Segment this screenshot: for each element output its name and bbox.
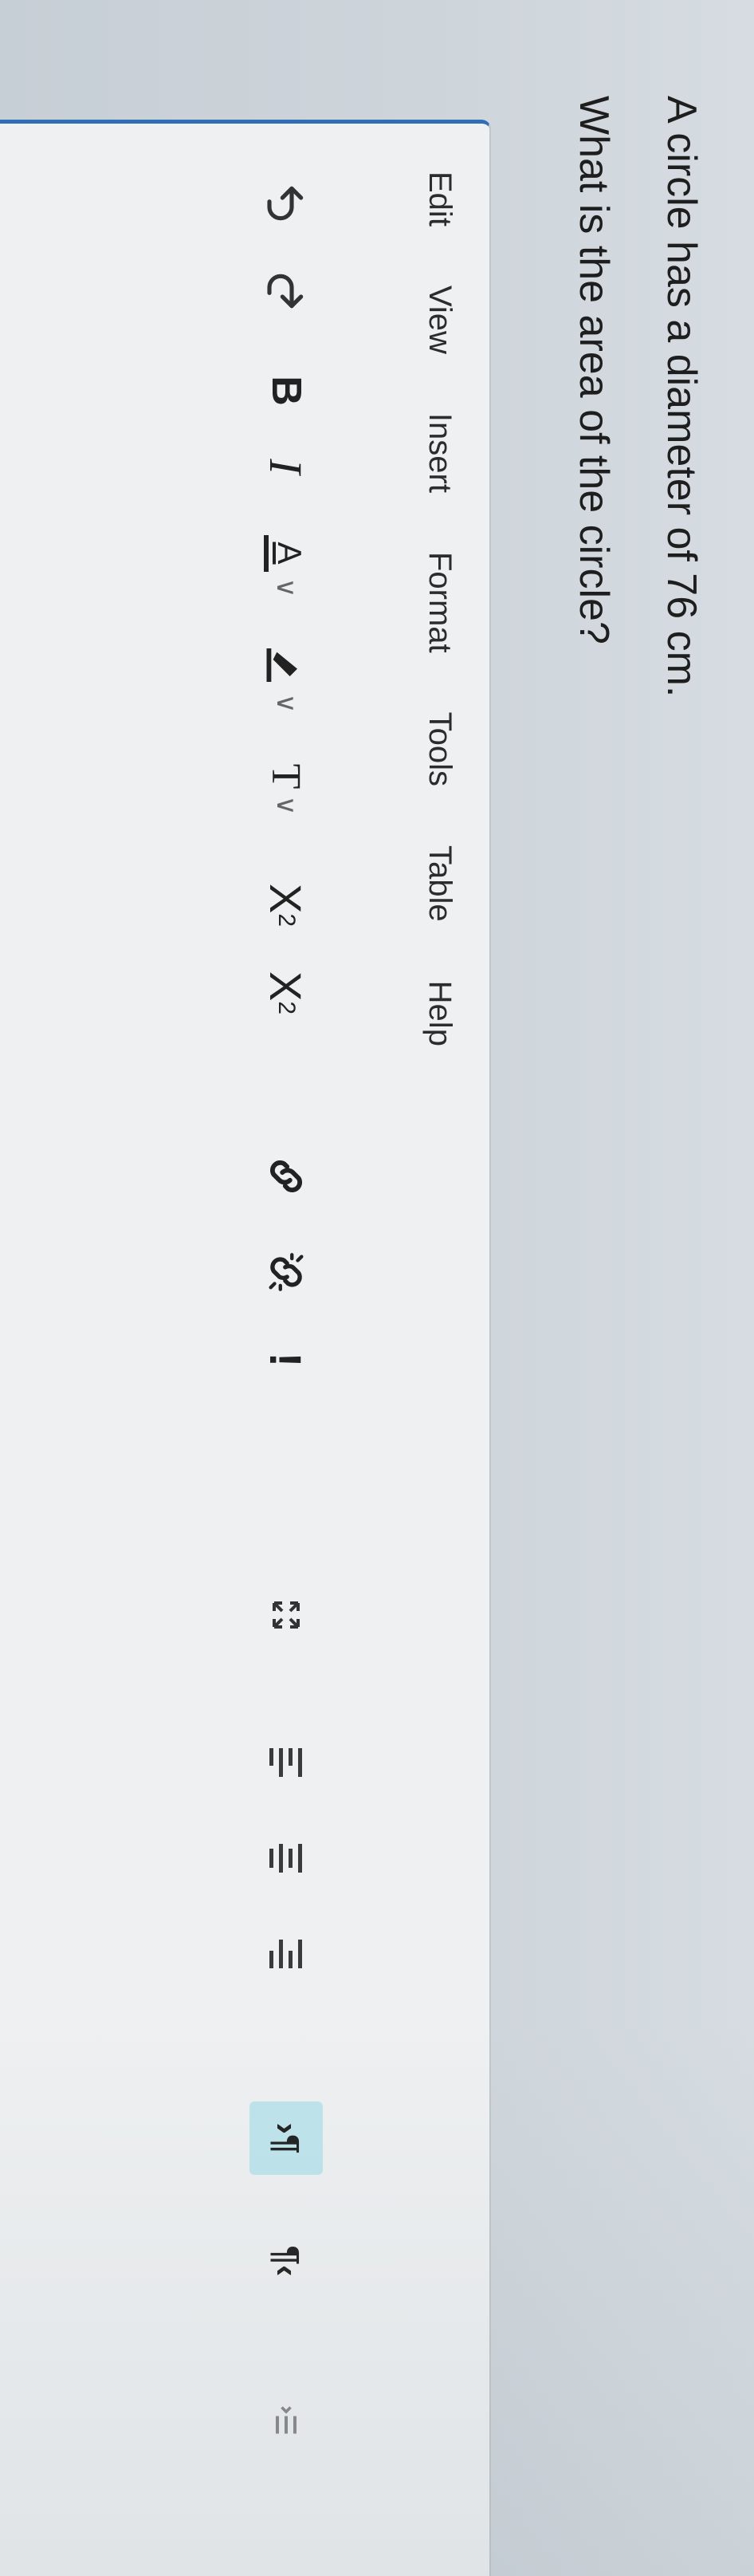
undo-icon — [267, 186, 304, 221]
menu-bar: Edit View Insert Format Tools Table Help — [422, 171, 458, 1046]
highlight-color-button[interactable]: ∨ — [242, 634, 330, 722]
alert-button[interactable]: ! — [242, 1336, 330, 1384]
redo-button[interactable] — [242, 259, 330, 323]
italic-button[interactable]: I — [242, 443, 330, 490]
menu-table[interactable]: Table — [422, 845, 458, 922]
menu-view[interactable]: View — [422, 286, 458, 354]
question-line-2: What is the area of the circle? — [570, 96, 617, 644]
undo-button[interactable] — [242, 171, 330, 235]
link-button[interactable] — [242, 1144, 330, 1208]
fullscreen-button[interactable] — [242, 1583, 330, 1647]
align-center-button[interactable] — [242, 1830, 330, 1886]
screen: A circle has a diameter of 76 cm. What i… — [0, 0, 754, 2576]
font-color-letter: A — [271, 542, 308, 565]
menu-tools[interactable]: Tools — [422, 712, 458, 786]
menu-help[interactable]: Help — [422, 981, 458, 1046]
align-right-button[interactable] — [242, 1926, 330, 1982]
superscript-mark: 2 — [273, 913, 300, 928]
menu-insert[interactable]: Insert — [422, 413, 458, 493]
ltr-direction-button[interactable]: ›¶ — [249, 2101, 323, 2175]
expand-arrows-icon — [273, 1601, 300, 1629]
menu-edit[interactable]: Edit — [422, 171, 458, 226]
link-icon — [269, 1160, 303, 1193]
rtl-direction-button[interactable]: ¶‹ — [242, 2229, 330, 2293]
chevron-down-icon: ∨ — [271, 693, 301, 714]
chevron-down-icon: ∨ — [271, 577, 301, 598]
subscript-x: X — [261, 971, 312, 1002]
menu-format[interactable]: Format — [422, 552, 458, 653]
font-color-icon: A — [264, 534, 308, 572]
text-format-button[interactable]: T ∨ — [242, 746, 330, 833]
align-right-icon — [269, 1940, 303, 1968]
subscript-mark: 2 — [273, 1001, 300, 1015]
ltr-paragraph-icon: ›¶ — [267, 2122, 306, 2154]
rich-text-editor[interactable]: Edit View Insert Format Tools Table Help — [0, 120, 491, 2576]
align-left-icon — [269, 1748, 303, 1777]
highlight-pen-icon — [266, 648, 297, 682]
formatting-toolbar: B I A ∨ ∨ T ∨ X2 X 2 ! ›¶ ¶‹ — [242, 171, 330, 2576]
question-text: A circle has a diameter of 76 cm. What i… — [530, 96, 706, 697]
list-icon — [275, 2406, 297, 2434]
text-format-icon: T — [263, 763, 309, 790]
chevron-down-icon: ∨ — [271, 795, 301, 816]
unlink-button[interactable] — [242, 1240, 330, 1304]
unlink-icon — [269, 1253, 304, 1291]
redo-icon — [267, 274, 304, 309]
question-line-1: A circle has a diameter of 76 cm. — [658, 96, 705, 698]
align-left-button[interactable] — [242, 1735, 330, 1790]
align-center-icon — [269, 1844, 303, 1873]
font-color-button[interactable]: A ∨ — [242, 522, 330, 610]
rtl-paragraph-icon: ¶‹ — [267, 2245, 306, 2277]
superscript-x: X — [261, 883, 312, 914]
bold-button[interactable]: B — [242, 363, 330, 419]
subscript-button[interactable]: X2 — [242, 961, 330, 1025]
list-button[interactable] — [242, 2389, 330, 2452]
superscript-button[interactable]: X2 — [242, 873, 330, 937]
